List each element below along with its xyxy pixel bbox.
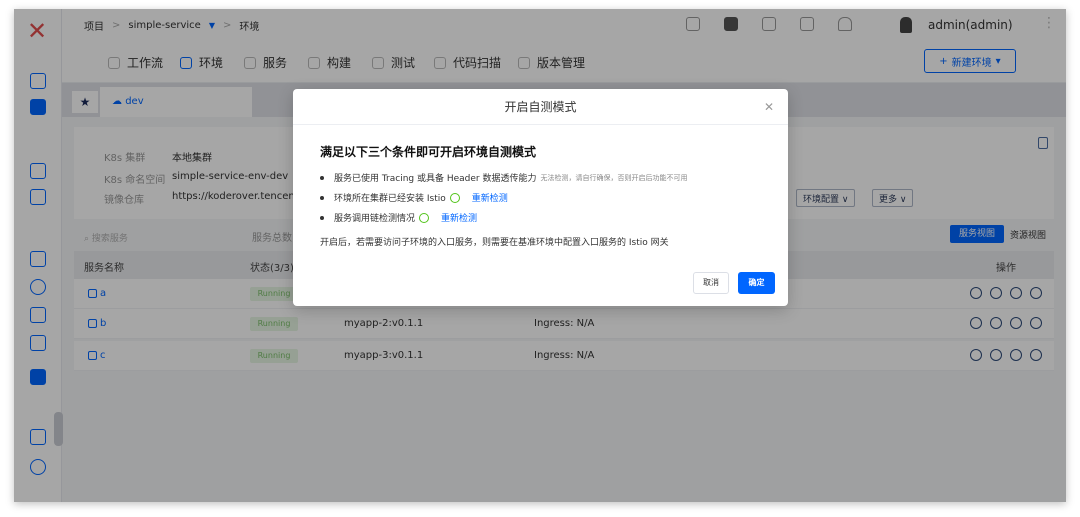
app-window: ✕ 项目 > simple-service ▼ > 环境 admin(admin… xyxy=(14,9,1066,502)
close-icon[interactable]: ✕ xyxy=(764,89,774,125)
condition-tracing: 服务已使用 Tracing 或具备 Header 数据透传能力 无法检测，请自行… xyxy=(320,171,687,184)
cancel-button[interactable]: 取消 xyxy=(693,272,729,294)
condition-text: 环境所在集群已经安装 Istio xyxy=(334,194,446,204)
condition-note: 无法检测，请自行确保，否则开启后功能不可用 xyxy=(540,173,688,182)
dialog-header: 开启自测模式 ✕ xyxy=(293,89,788,125)
condition-call-chain: 服务调用链检测情况 重新检测 xyxy=(320,211,477,224)
self-test-mode-dialog: 开启自测模式 ✕ 满足以下三个条件即可开启环境自测模式 服务已使用 Tracin… xyxy=(293,89,788,306)
condition-text: 服务已使用 Tracing 或具备 Header 数据透传能力 xyxy=(334,174,537,184)
bullet-icon xyxy=(320,215,324,220)
recheck-call-chain-link[interactable]: 重新检测 xyxy=(441,211,477,224)
condition-text: 服务调用链检测情况 xyxy=(334,214,416,224)
dialog-heading: 满足以下三个条件即可开启环境自测模式 xyxy=(320,145,537,159)
check-circle-icon xyxy=(419,212,430,223)
bullet-icon xyxy=(320,175,324,180)
confirm-button[interactable]: 确定 xyxy=(738,272,775,294)
recheck-istio-link[interactable]: 重新检测 xyxy=(472,191,508,204)
dialog-title: 开启自测模式 xyxy=(504,100,577,114)
condition-istio: 环境所在集群已经安装 Istio 重新检测 xyxy=(320,191,508,204)
dialog-footer-note: 开启后，若需要访问子环境的入口服务，则需要在基准环境中配置入口服务的 Istio… xyxy=(320,238,669,248)
check-circle-icon xyxy=(449,192,460,203)
bullet-icon xyxy=(320,195,324,200)
